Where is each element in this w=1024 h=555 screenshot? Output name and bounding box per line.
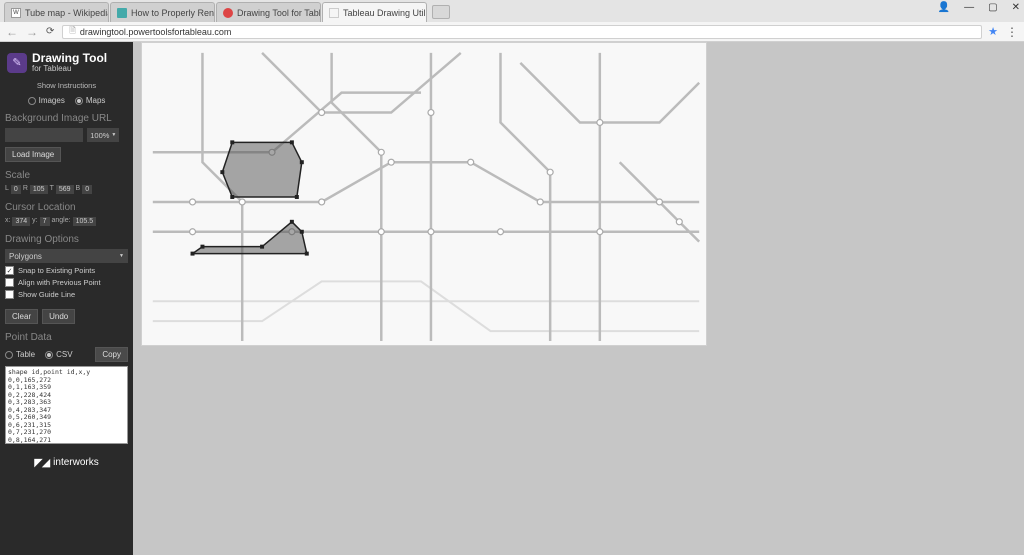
interworks-icon: ◤◢	[34, 456, 49, 469]
undo-button[interactable]: Undo	[42, 309, 75, 324]
page-info-icon: 🗎	[69, 25, 75, 39]
scale-left-input[interactable]: 0	[11, 185, 21, 194]
table-format-radio[interactable]: Table	[5, 350, 35, 359]
csv-format-radio[interactable]: CSV	[45, 350, 72, 359]
close-window-icon[interactable]: ✕	[1012, 2, 1020, 13]
align-checkbox[interactable]: Align with Previous Point	[5, 278, 128, 287]
scale-top-input[interactable]: 569	[56, 185, 74, 194]
cursor-y: 7	[40, 217, 50, 226]
app-logo: ✎ Drawing Tool for Tableau	[7, 52, 128, 73]
interworks-logo: ◤◢ interworks	[5, 456, 128, 469]
browser-tab[interactable]: Drawing Tool for Tablea ×	[216, 2, 321, 22]
logo-badge-icon: ✎	[7, 53, 27, 73]
browser-tab-active[interactable]: Tableau Drawing Utility b ×	[322, 2, 427, 22]
back-icon[interactable]: ←	[6, 25, 18, 39]
tab-title: Tube map - Wikipedia	[25, 8, 109, 18]
cursor-readout: x:374 y:7 angle:105.5	[5, 217, 128, 226]
cursor-header: Cursor Location	[5, 202, 128, 213]
copy-button[interactable]: Copy	[95, 347, 128, 362]
cursor-x: 374	[12, 217, 30, 226]
show-instructions-link[interactable]: Show Instructions	[5, 81, 128, 90]
clear-button[interactable]: Clear	[5, 309, 38, 324]
tab-title: Tableau Drawing Utility b	[343, 8, 427, 18]
sidebar-panel: ✎ Drawing Tool for Tableau Show Instruct…	[0, 42, 133, 555]
drawn-polygon[interactable]	[222, 142, 301, 197]
reload-icon[interactable]: ⟳	[46, 26, 54, 37]
cursor-angle: 105.5	[73, 217, 97, 226]
load-image-button[interactable]: Load Image	[5, 147, 61, 162]
browser-tab[interactable]: W Tube map - Wikipedia ×	[4, 2, 109, 22]
drawn-polygon[interactable]	[193, 222, 307, 254]
guide-checkbox[interactable]: Show Guide Line	[5, 290, 128, 299]
snap-checkbox[interactable]: ✓Snap to Existing Points	[5, 266, 128, 275]
scale-bottom-input[interactable]: 0	[82, 185, 92, 194]
mode-radio-group: Images Maps	[5, 96, 128, 105]
bg-url-header: Background Image URL	[5, 113, 128, 124]
point-data-header: Point Data	[5, 332, 128, 343]
user-icon[interactable]: 👤	[938, 2, 950, 13]
scale-inputs: L0 R105 T569 B0	[5, 185, 128, 194]
url-text: drawingtool.powertoolsfortableau.com	[80, 27, 232, 37]
bookmark-star-icon[interactable]: ★	[988, 25, 998, 38]
maximize-icon[interactable]: ▢	[988, 2, 997, 13]
map-background[interactable]	[141, 42, 707, 346]
images-mode-radio[interactable]: Images	[28, 96, 65, 105]
browser-menu-icon[interactable]: ⋮	[1006, 25, 1018, 39]
page-favicon	[329, 8, 339, 18]
window-controls: 👤 — ▢ ✕	[938, 2, 1020, 13]
maps-mode-radio[interactable]: Maps	[75, 96, 106, 105]
scale-right-input[interactable]: 105	[30, 185, 48, 194]
logo-title: Drawing Tool	[32, 52, 107, 64]
bg-url-input[interactable]	[5, 128, 83, 142]
canvas-area[interactable]	[133, 42, 1024, 555]
page-favicon	[223, 8, 233, 18]
minimize-icon[interactable]: —	[964, 2, 974, 13]
tab-title: Drawing Tool for Tablea	[237, 8, 321, 18]
shape-type-select[interactable]: Polygons	[5, 249, 128, 263]
point-data-textarea[interactable]: shape id,point id,x,y 0,0,165,272 0,1,16…	[5, 366, 128, 444]
browser-tab[interactable]: How to Properly Render ×	[110, 2, 215, 22]
new-tab-button[interactable]	[432, 5, 450, 19]
tab-title: How to Properly Render	[131, 8, 215, 18]
zoom-select[interactable]: 100%	[87, 128, 119, 142]
page-favicon	[117, 8, 127, 18]
browser-tab-strip: W Tube map - Wikipedia × How to Properly…	[0, 0, 1024, 22]
drawing-header: Drawing Options	[5, 234, 128, 245]
address-bar: ← → ⟳ 🗎 drawingtool.powertoolsfortableau…	[0, 22, 1024, 42]
wikipedia-favicon: W	[11, 8, 21, 18]
scale-header: Scale	[5, 170, 128, 181]
logo-subtitle: for Tableau	[32, 64, 107, 73]
forward-icon: →	[26, 25, 38, 39]
url-input[interactable]: 🗎 drawingtool.powertoolsfortableau.com	[62, 25, 982, 39]
